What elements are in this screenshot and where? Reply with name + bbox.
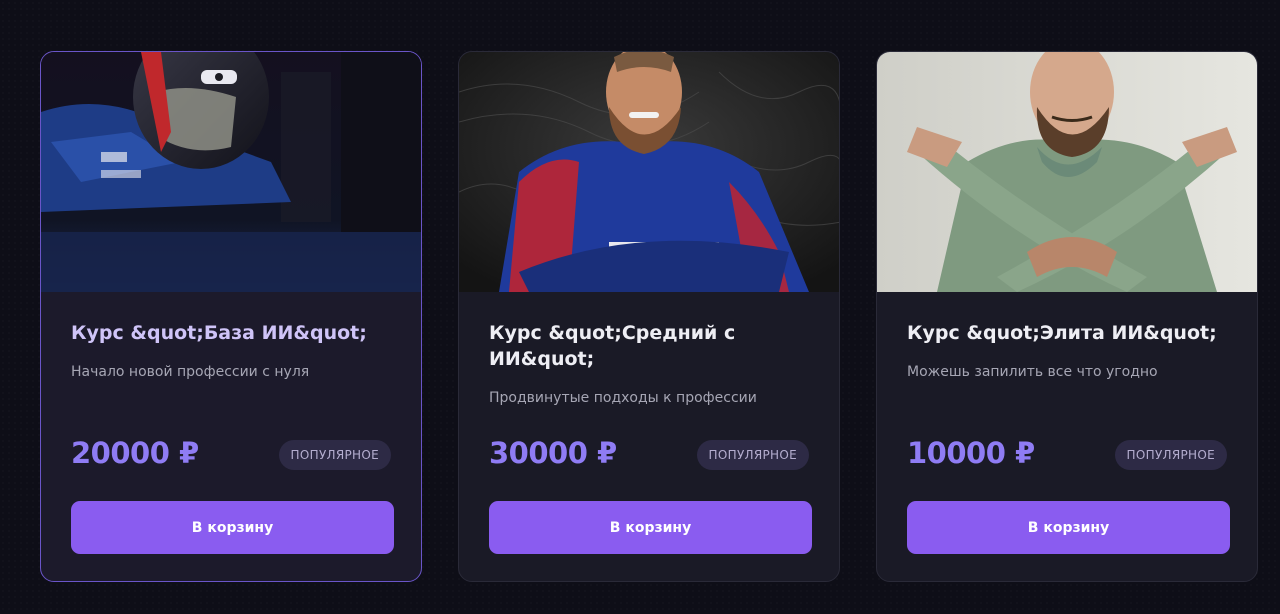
- popular-badge: ПОПУЛЯРНОЕ: [278, 440, 391, 470]
- product-price: 20000 ₽: [71, 436, 199, 470]
- product-price: 30000 ₽: [489, 436, 617, 470]
- product-subtitle: Можешь запилить все что угодно: [907, 364, 1158, 380]
- product-card[interactable]: Курс &quot;Средний с ИИ&quot; Продвинуты…: [458, 51, 840, 582]
- product-subtitle: Продвинутые подходы к профессии: [489, 390, 757, 406]
- product-title: Курс &quot;Средний с ИИ&quot;: [489, 322, 736, 370]
- product-price: 10000 ₽: [907, 436, 1035, 470]
- add-to-cart-button[interactable]: В корзину: [907, 501, 1230, 554]
- product-photo: [877, 52, 1257, 292]
- add-to-cart-button[interactable]: В корзину: [71, 501, 394, 554]
- product-title: Курс &quot;Элита ИИ&quot;: [907, 322, 1217, 344]
- product-photo: [459, 52, 839, 292]
- product-card[interactable]: Курс &quot;База ИИ&quot; Начало новой пр…: [40, 51, 422, 582]
- popular-badge: ПОПУЛЯРНОЕ: [1114, 440, 1227, 470]
- product-card[interactable]: Курс &quot;Элита ИИ&quot; Можешь запилит…: [876, 51, 1258, 582]
- popular-badge: ПОПУЛЯРНОЕ: [696, 440, 809, 470]
- product-title: Курс &quot;База ИИ&quot;: [71, 322, 367, 344]
- product-subtitle: Начало новой профессии с нуля: [71, 364, 310, 380]
- product-photo: [41, 52, 421, 292]
- add-to-cart-button[interactable]: В корзину: [489, 501, 812, 554]
- product-cards: Курс &quot;База ИИ&quot; Начало новой пр…: [40, 51, 1260, 584]
